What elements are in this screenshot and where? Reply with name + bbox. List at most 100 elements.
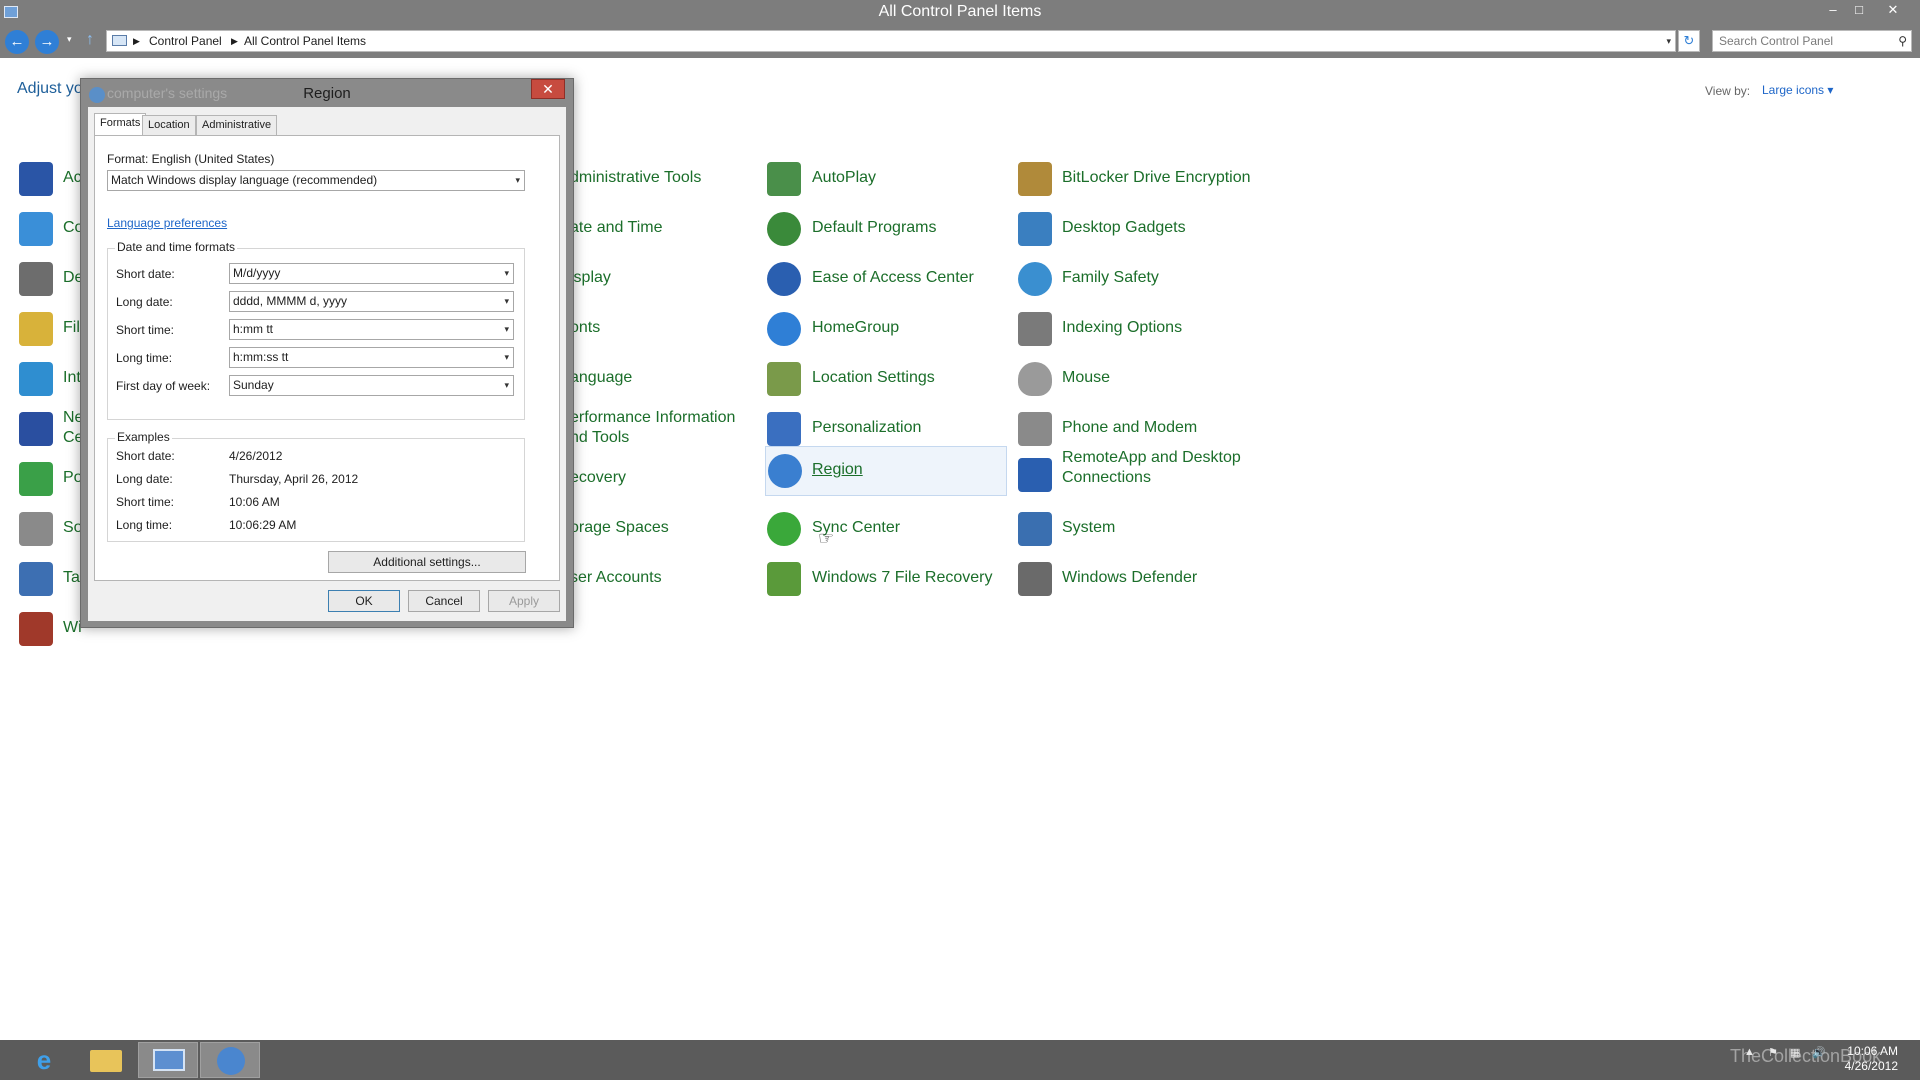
format-select[interactable]: Match Windows display language (recommen…: [107, 170, 525, 191]
restore-button[interactable]: □: [1846, 0, 1872, 22]
page-heading: Adjust yo: [17, 80, 83, 97]
autoplay-icon: [767, 162, 801, 196]
sync-center-icon: [767, 512, 801, 546]
network-icon[interactable]: ▦: [1790, 1046, 1800, 1059]
cp-item-bitlocker[interactable]: BitLocker Drive Encryption: [1018, 158, 1298, 204]
search-input[interactable]: Search Control Panel ⚲: [1712, 30, 1912, 52]
indexing-options-icon: [1018, 312, 1052, 346]
taskbar-clock[interactable]: 10:06 AM 4/26/2012: [1845, 1044, 1898, 1074]
taskbar-control-panel[interactable]: [138, 1042, 198, 1078]
language-preferences-link[interactable]: Language preferences: [107, 216, 227, 230]
network-sharing-icon: [19, 412, 53, 446]
taskbar-internet-explorer[interactable]: e: [14, 1042, 74, 1078]
refresh-button[interactable]: ↻: [1678, 30, 1700, 52]
window-title: All Control Panel Items: [878, 3, 1042, 20]
long-time-select[interactable]: h:mm:ss tt ▾: [229, 347, 514, 368]
view-by-dropdown[interactable]: Large icons ▾: [1762, 83, 1833, 97]
chevron-down-icon: ▾: [504, 352, 509, 362]
first-day-of-week-select[interactable]: Sunday ▾: [229, 375, 514, 396]
example-short-time-value: 10:06 AM: [229, 495, 280, 509]
search-icon[interactable]: ⚲: [1898, 31, 1907, 51]
chevron-down-icon: ▾: [515, 175, 520, 185]
example-long-date-label: Long date:: [116, 472, 173, 486]
view-by-label: View by:: [1705, 84, 1751, 98]
short-time-value: h:mm tt: [233, 322, 274, 336]
volume-icon[interactable]: 🔊: [1812, 1046, 1826, 1059]
search-placeholder: Search Control Panel: [1719, 34, 1834, 48]
windows-firewall-icon: [19, 612, 53, 646]
ease-of-access-icon: [767, 262, 801, 296]
taskbar-region[interactable]: [200, 1042, 260, 1078]
short-time-select[interactable]: h:mm tt ▾: [229, 319, 514, 340]
file-history-icon: [19, 312, 53, 346]
chevron-down-icon: ▾: [504, 268, 509, 278]
cp-item-family-safety[interactable]: Family Safety: [1018, 258, 1298, 304]
cp-item-sync-center[interactable]: Sync Center: [767, 508, 1007, 554]
cp-item-autoplay[interactable]: AutoPlay: [767, 158, 1007, 204]
family-safety-icon: [1018, 262, 1052, 296]
ok-button[interactable]: OK: [328, 590, 400, 612]
control-panel-location-icon: [112, 35, 127, 46]
short-date-select[interactable]: M/d/yyyy ▾: [229, 263, 514, 284]
chevron-down-icon: ▾: [504, 324, 509, 334]
cp-item-desktop-gadgets[interactable]: Desktop Gadgets: [1018, 208, 1298, 254]
cp-item-system[interactable]: System: [1018, 508, 1298, 554]
breadcrumb-all-items[interactable]: All Control Panel Items: [244, 31, 366, 51]
file-recovery-icon: [767, 562, 801, 596]
show-hidden-icons[interactable]: ▲: [1744, 1046, 1755, 1058]
taskbar-file-explorer[interactable]: [76, 1042, 136, 1078]
breadcrumb-control-panel[interactable]: Control Panel: [149, 31, 222, 51]
cp-item-remoteapp[interactable]: RemoteApp and Desktop Connections: [1018, 448, 1298, 494]
control-panel-icon: [153, 1049, 185, 1071]
example-short-time-label: Short time:: [116, 495, 175, 509]
clock-time: 10:06 AM: [1847, 1044, 1898, 1058]
short-date-value: M/d/yyyy: [233, 266, 281, 280]
example-long-time-value: 10:06:29 AM: [229, 518, 297, 532]
cp-item-homegroup[interactable]: HomeGroup: [767, 308, 1007, 354]
cp-item-default-programs[interactable]: Default Programs: [767, 208, 1007, 254]
mouse-icon: [1018, 362, 1052, 396]
format-select-value: Match Windows display language (recommen…: [111, 173, 378, 187]
action-center-icon: [19, 162, 53, 196]
mouse-cursor-icon: ☞: [818, 528, 835, 548]
address-dropdown-icon[interactable]: ▾: [1666, 31, 1671, 51]
tab-administrative[interactable]: Administrative: [196, 115, 278, 135]
cp-item-region[interactable]: Region: [765, 446, 1007, 496]
close-window-button[interactable]: ✕: [1880, 0, 1906, 22]
breadcrumb-separator[interactable]: ▶: [133, 31, 140, 51]
forward-button[interactable]: →: [35, 30, 59, 54]
tab-location[interactable]: Location: [142, 115, 196, 135]
cancel-button[interactable]: Cancel: [408, 590, 480, 612]
breadcrumb-separator[interactable]: ▶: [231, 31, 238, 51]
cp-item-ease-of-access[interactable]: Ease of Access Center: [767, 258, 1007, 304]
long-date-label: Long date:: [116, 295, 173, 309]
long-date-value: dddd, MMMM d, yyyy: [233, 294, 348, 308]
region-icon: [217, 1047, 245, 1075]
date-time-formats-group: Date and time formats Short date: M/d/yy…: [107, 240, 525, 420]
minimize-button[interactable]: –: [1820, 0, 1846, 22]
cp-item-windows-defender[interactable]: Windows Defender: [1018, 558, 1298, 604]
region-icon: [768, 454, 802, 488]
dialog-close-button[interactable]: ✕: [531, 79, 565, 99]
cp-item-location-settings[interactable]: Location Settings: [767, 358, 1007, 404]
dialog-title: Region: [303, 85, 351, 102]
taskbar: e TheCollectionBook ▲ ⚑ ▦ 🔊 10:06 AM 4/2…: [0, 1040, 1920, 1080]
cp-item-mouse[interactable]: Mouse: [1018, 358, 1298, 404]
long-date-select[interactable]: dddd, MMMM d, yyyy ▾: [229, 291, 514, 312]
recent-locations-dropdown[interactable]: ▾: [67, 34, 72, 45]
tab-formats[interactable]: Formats: [94, 113, 147, 136]
cp-item-indexing-options[interactable]: Indexing Options: [1018, 308, 1298, 354]
taskbar-icon: [19, 562, 53, 596]
additional-settings-button[interactable]: Additional settings...: [328, 551, 526, 573]
formats-tab-panel: Format: English (United States) Match Wi…: [94, 135, 560, 581]
system-icon: [1018, 512, 1052, 546]
back-button[interactable]: ←: [5, 30, 29, 54]
up-level-button[interactable]: ↑: [86, 31, 94, 49]
action-center-flag-icon[interactable]: ⚑: [1768, 1046, 1778, 1059]
apply-button[interactable]: Apply: [488, 590, 560, 612]
cp-item-windows-7-file-recovery[interactable]: Windows 7 File Recovery: [767, 558, 1007, 604]
homegroup-icon: [767, 312, 801, 346]
long-time-value: h:mm:ss tt: [233, 350, 289, 364]
color-management-icon: [19, 212, 53, 246]
address-bar[interactable]: ▶ Control Panel ▶ All Control Panel Item…: [106, 30, 1676, 52]
